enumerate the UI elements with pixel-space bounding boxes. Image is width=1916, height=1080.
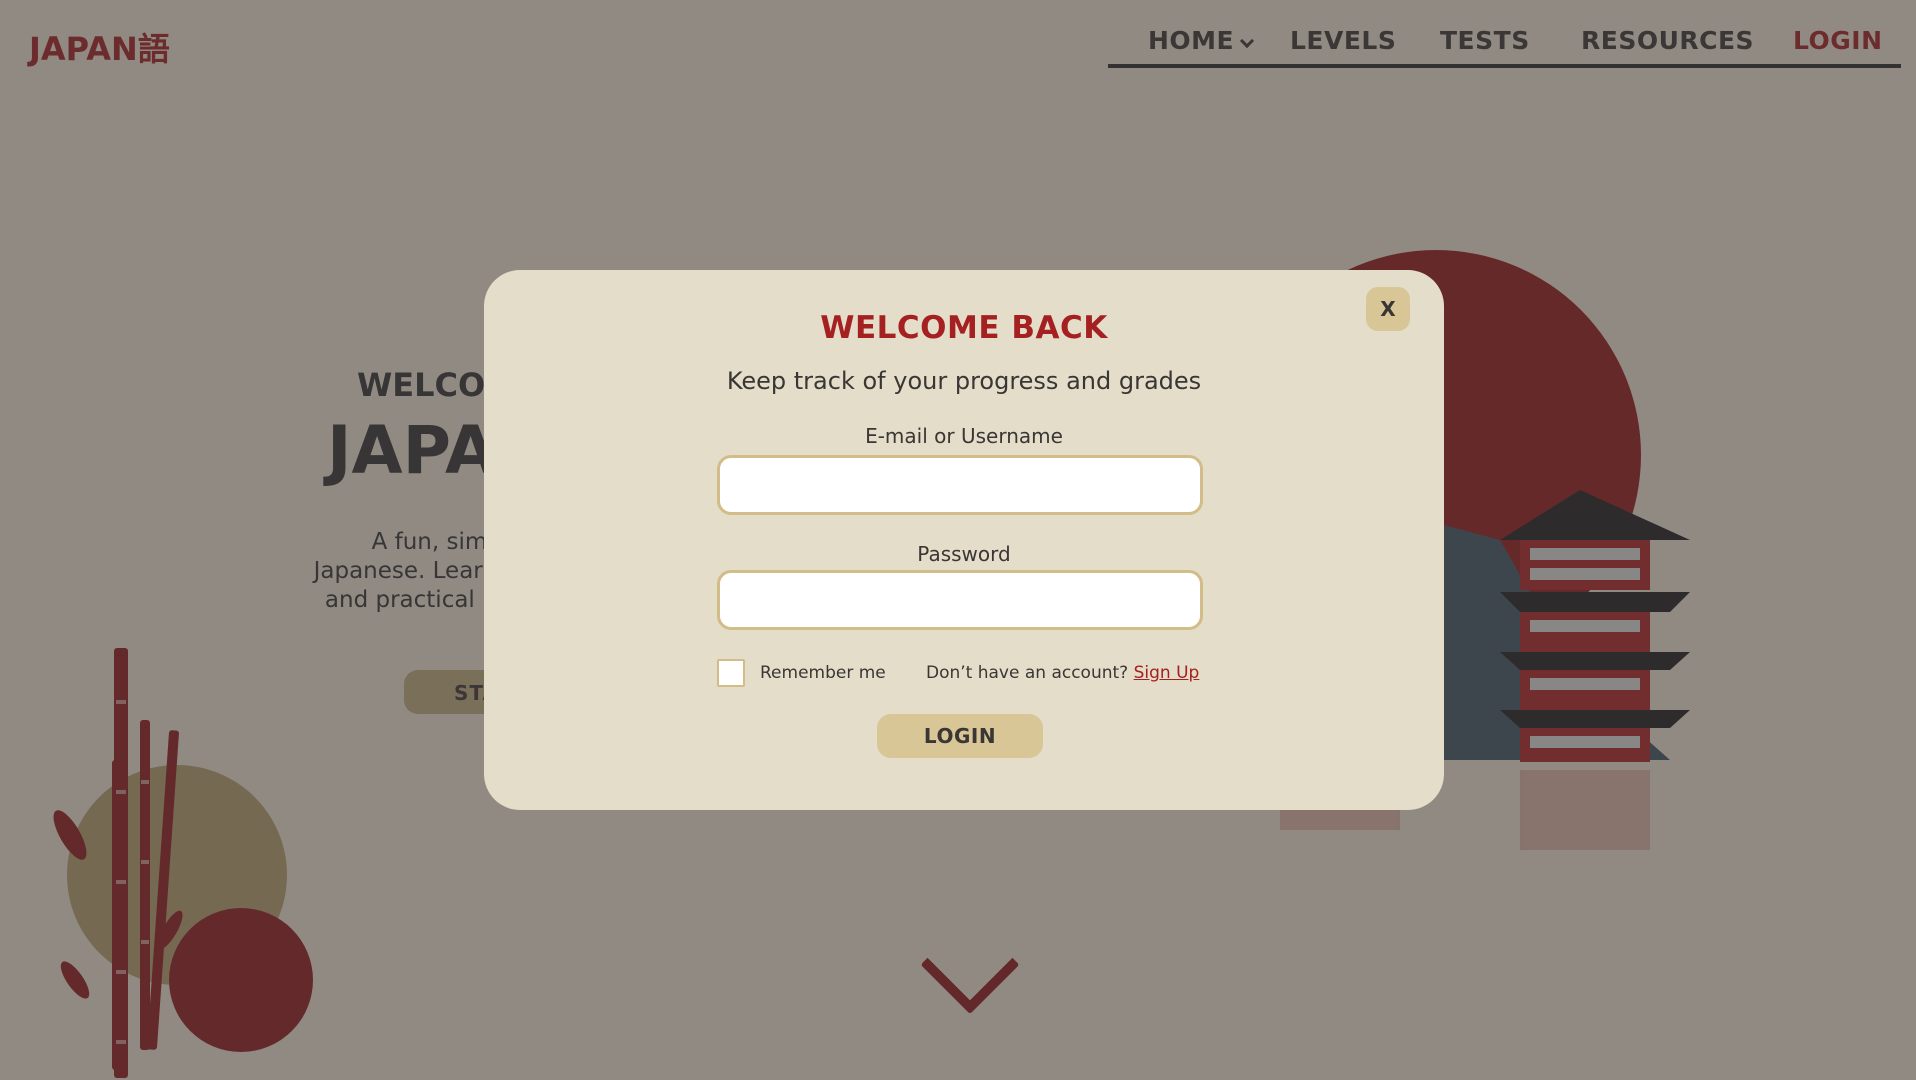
- password-label: Password: [917, 542, 1011, 566]
- modal-subtitle: Keep track of your progress and grades: [726, 367, 1202, 395]
- modal-title: WELCOME BACK: [820, 310, 1108, 346]
- signup-prompt-text: Don’t have an account?: [926, 663, 1129, 683]
- password-input[interactable]: [717, 570, 1203, 630]
- signup-link[interactable]: Sign Up: [1134, 663, 1200, 683]
- page: JAPAN語 HOME LEVELS TESTS RESOURCES LOGIN…: [0, 0, 1916, 1080]
- remember-me-label[interactable]: Remember me: [760, 663, 886, 683]
- login-button[interactable]: LOGIN: [877, 714, 1043, 758]
- username-input[interactable]: [717, 455, 1203, 515]
- remember-me-checkbox[interactable]: [717, 659, 745, 687]
- username-label: E-mail or Username: [865, 424, 1063, 448]
- signup-prompt: Don’t have an account? Sign Up: [926, 663, 1199, 683]
- login-modal: X WELCOME BACK Keep track of your progre…: [484, 270, 1444, 810]
